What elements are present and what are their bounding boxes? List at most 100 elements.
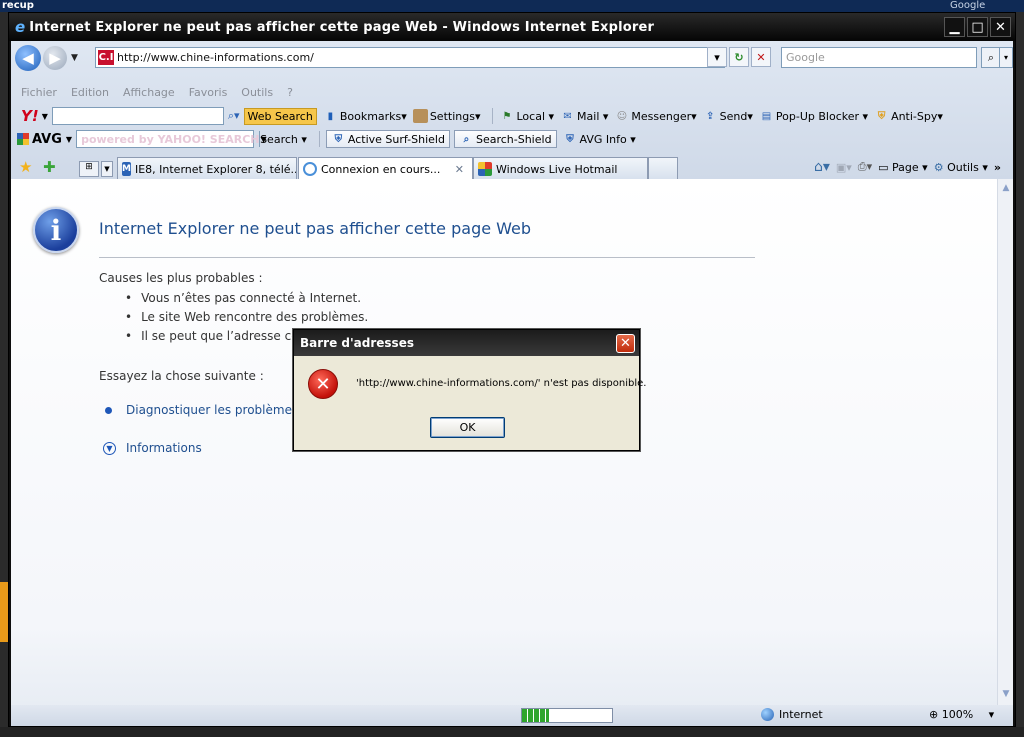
separator — [318, 131, 320, 147]
desktop-window-fragment-label: recup — [2, 0, 34, 11]
yahoo-logo[interactable]: Y! — [21, 107, 39, 125]
address-url[interactable]: http://www.chine-informations.com/ — [117, 51, 314, 64]
menu-fichier[interactable]: Fichier — [21, 86, 57, 104]
menu-outils[interactable]: Outils — [241, 86, 273, 104]
magnifier-icon[interactable]: ⌕▾ — [228, 109, 240, 123]
avg-logo-icon — [17, 133, 29, 145]
back-button[interactable]: ◀ — [15, 45, 41, 71]
avg-logo[interactable]: AVG — [17, 132, 62, 147]
security-zone[interactable]: Internet — [761, 708, 823, 721]
error-icon: ✕ — [308, 369, 338, 399]
search-go-icon[interactable]: ⌕ — [981, 47, 1001, 68]
anti-spy-button[interactable]: ⛨ Anti-Spy ▾ — [874, 109, 943, 123]
causes-heading: Causes les plus probables : — [99, 271, 263, 285]
avg-dropdown-icon[interactable]: ▼ — [66, 135, 72, 144]
search-options-icon[interactable]: ▾ — [999, 47, 1013, 68]
yahoo-search-input[interactable] — [51, 107, 224, 125]
gear-icon: ⚙ — [933, 160, 944, 174]
local-button[interactable]: ⚑ Local ▾ — [499, 109, 555, 123]
minimize-button[interactable]: ▁ — [944, 17, 965, 37]
site-favicon-icon: C.I — [98, 50, 114, 65]
new-tab-button[interactable] — [648, 157, 678, 180]
address-field[interactable]: C.I http://www.chine-informations.com/ — [95, 47, 725, 68]
bookmark-icon: ▮ — [327, 110, 334, 122]
print-icon[interactable]: ⎙▾ — [858, 160, 872, 174]
page-label: Page — [892, 160, 919, 174]
dialog-title[interactable]: Barre d'adresses — [294, 330, 639, 356]
ok-button[interactable]: OK — [430, 417, 505, 438]
vertical-scrollbar[interactable]: ▲ ▼ — [997, 179, 1013, 705]
refresh-icon[interactable]: ↻ — [729, 47, 749, 67]
favorites-star-icon[interactable]: ★ — [19, 158, 32, 176]
tab-label: IE8, Internet Explorer 8, télé... — [134, 162, 297, 176]
shield-icon: ⛨ — [877, 110, 886, 122]
surf-shield-icon: ⛨ — [334, 133, 343, 145]
dialog-message: 'http://www.chine-informations.com/' n'e… — [356, 378, 647, 389]
search-input[interactable]: Google — [781, 47, 977, 68]
history-dropdown-icon[interactable]: ▼ — [71, 53, 78, 63]
ie-logo-icon: e — [15, 18, 26, 36]
mail-label: Mail — [577, 109, 600, 123]
web-search-button[interactable]: Web Search — [243, 107, 317, 125]
tab-label: Connexion en cours... — [321, 162, 441, 176]
avg-info-button[interactable]: ⛨ AVG Info ▾ — [563, 132, 635, 146]
chevron-more-icon[interactable]: » — [994, 161, 1001, 174]
tab-hotmail[interactable]: Windows Live Hotmail — [473, 157, 648, 180]
scroll-down-icon[interactable]: ▼ — [1000, 689, 1012, 701]
active-surf-shield-label: Active Surf-Shield — [347, 132, 445, 146]
info-icon: i — [33, 207, 79, 253]
yahoo-dropdown-icon[interactable]: ▼ — [42, 112, 48, 121]
forward-button[interactable]: ▶ — [43, 46, 67, 70]
messenger-label: Messenger — [631, 109, 692, 123]
tab-close-icon[interactable]: ✕ — [455, 163, 464, 176]
divider — [99, 257, 755, 258]
page-menu-button[interactable]: ▭ Page ▾ — [878, 161, 928, 174]
close-button[interactable]: ✕ — [990, 17, 1011, 37]
info-link[interactable]: ▼ Informations — [103, 441, 202, 455]
desktop-background — [0, 0, 1024, 12]
search-button[interactable]: Search ▾ — [260, 133, 307, 146]
add-favorites-icon[interactable]: ✚ — [43, 158, 56, 176]
popup-blocker-button[interactable]: ▤ Pop-Up Blocker ▾ — [759, 109, 868, 123]
scroll-up-icon[interactable]: ▲ — [1000, 183, 1012, 195]
loading-progress-bar — [521, 708, 613, 723]
separator — [492, 108, 494, 124]
avg-logo-text: AVG — [32, 131, 62, 147]
search-shield-label: Search-Shield — [475, 132, 552, 146]
ie8-favicon-icon: M — [122, 162, 131, 176]
search-shield-button[interactable]: ⌕ Search-Shield — [453, 130, 557, 148]
title-bar[interactable]: e Internet Explorer ne peut pas afficher… — [9, 13, 1015, 41]
dialog-close-button[interactable]: ✕ — [616, 334, 635, 353]
stop-icon[interactable]: ✕ — [751, 47, 771, 67]
menu-affichage[interactable]: Affichage — [123, 86, 175, 104]
yahoo-search-field[interactable]: powered by YAHOO! SEARCH ▼ — [76, 130, 267, 148]
messenger-button[interactable]: ☺ Messenger ▾ — [614, 109, 697, 123]
tab-ie8[interactable]: M IE8, Internet Explorer 8, télé... — [117, 157, 297, 180]
zoom-dropdown-icon[interactable]: ▾ — [989, 708, 995, 721]
avg-toolbar: AVG ▼ powered by YAHOO! SEARCH ▼ Search … — [11, 128, 642, 150]
quick-tabs-icon[interactable]: ⊞ — [79, 161, 99, 177]
status-bar: Internet ⊕ 100% ▾ — [11, 705, 1013, 726]
diagnose-link[interactable]: Diagnostiquer les problèmes — [105, 403, 298, 417]
zoom-label: 100% — [941, 708, 974, 721]
popup-blocker-label: Pop-Up Blocker — [775, 109, 860, 123]
menu-favoris[interactable]: Favoris — [189, 86, 228, 104]
settings-button[interactable]: Settings ▾ — [412, 109, 480, 123]
bookmarks-button[interactable]: ▮ Bookmarks ▾ — [323, 109, 407, 123]
maximize-button[interactable]: □ — [967, 17, 988, 37]
send-button[interactable]: ⇪ Send ▾ — [703, 109, 753, 123]
tab-connexion[interactable]: Connexion en cours... ✕ — [298, 157, 473, 180]
address-dropdown-icon[interactable]: ▾ — [707, 47, 727, 67]
tab-list-dropdown-icon[interactable]: ▼ — [101, 161, 113, 177]
home-icon[interactable]: ⌂▾ — [814, 159, 830, 175]
active-surf-shield-button[interactable]: ⛨ Active Surf-Shield — [325, 130, 450, 148]
menu-help[interactable]: ? — [287, 86, 293, 104]
search-shield-icon: ⌕ — [463, 133, 470, 145]
mail-button[interactable]: ✉ Mail ▾ — [560, 109, 608, 123]
menu-edition[interactable]: Edition — [71, 86, 109, 104]
windows-live-icon — [478, 162, 492, 176]
tools-menu-button[interactable]: ⚙ Outils ▾ — [934, 161, 988, 174]
yahoo-search-watermark: powered by YAHOO! SEARCH — [81, 132, 260, 146]
zoom-control[interactable]: ⊕ 100% ▾ — [929, 708, 994, 721]
feeds-icon[interactable]: ▣▾ — [836, 161, 852, 174]
